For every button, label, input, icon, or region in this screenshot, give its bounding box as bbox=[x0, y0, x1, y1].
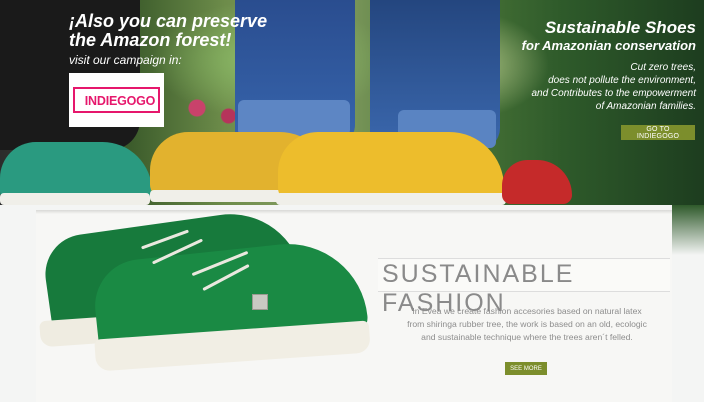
shoe-brand-tag bbox=[252, 294, 268, 310]
hero-body-line1: Cut zero trees, bbox=[630, 62, 696, 73]
campaign-heading-line2: the Amazon forest! bbox=[69, 30, 232, 50]
hero-teal-shoe-sole bbox=[0, 193, 150, 205]
hero-yellow-shoe-right-sole bbox=[276, 193, 506, 205]
campaign-subtext: visit our campaign in: bbox=[69, 53, 182, 67]
hero-body-text: Cut zero trees, does not pollute the env… bbox=[522, 61, 696, 113]
go-to-indiegogo-button[interactable]: GO TO INDIEGOGO bbox=[621, 125, 695, 140]
hero-body-line3: and Contributes to the empowerment bbox=[531, 88, 696, 99]
hero-jeans-cuff-left bbox=[238, 100, 350, 136]
hero-title-block: Sustainable Shoes for Amazonian conserva… bbox=[522, 18, 696, 113]
hero-body-line4: of Amazonian families. bbox=[595, 101, 696, 112]
campaign-text-block: ¡Also you can preserve the Amazon forest… bbox=[69, 11, 268, 68]
hero-body-line2: does not pollute the environment, bbox=[548, 75, 696, 86]
hero-title-line2: for Amazonian conservation bbox=[521, 38, 696, 53]
hero-title-line1: Sustainable Shoes bbox=[544, 18, 696, 37]
hero-red-shoe bbox=[502, 160, 572, 204]
feature-description-line1: In Evea we create fashion accesories bas… bbox=[412, 306, 642, 316]
feature-description-line2: from shiringa rubber tree, the work is b… bbox=[407, 319, 647, 329]
indiegogo-logo-text: INDIEGOGO bbox=[72, 87, 161, 113]
feature-description-line3: and sustainable technique where the tree… bbox=[421, 332, 633, 342]
campaign-heading-line1: ¡Also you can preserve bbox=[69, 11, 268, 31]
hero-yellow-shoe-right bbox=[278, 132, 504, 202]
feature-panel-shadow bbox=[36, 210, 672, 214]
see-more-button[interactable]: SEE MORE bbox=[505, 362, 547, 375]
side-decoration bbox=[672, 205, 704, 255]
hero-banner: ¡Also you can preserve the Amazon forest… bbox=[0, 0, 704, 205]
feature-description: In Evea we create fashion accesories bas… bbox=[382, 305, 672, 344]
indiegogo-logo[interactable]: INDIEGOGO bbox=[69, 73, 164, 127]
